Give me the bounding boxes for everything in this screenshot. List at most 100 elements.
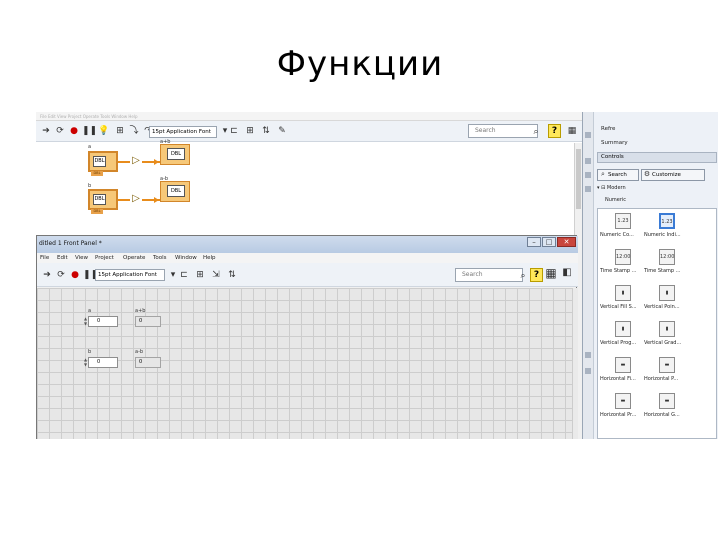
help-button[interactable]: ? bbox=[548, 124, 561, 138]
customize-icon: ⚙ bbox=[643, 170, 651, 178]
menu-view[interactable]: View bbox=[75, 253, 88, 263]
front-panel-scrollbar[interactable] bbox=[572, 288, 578, 439]
menu-project[interactable]: Project bbox=[95, 253, 114, 263]
numeric-label-sum: a+b bbox=[135, 308, 146, 314]
palette-grid: 1.23 Numeric Co... 1.23 Numeric Indi... … bbox=[597, 208, 717, 439]
sidebar-handle-icon[interactable] bbox=[585, 368, 591, 374]
numeric-control-a[interactable]: ▲ ▼ 0 bbox=[84, 316, 118, 327]
palette-item-vertical-progress-bar[interactable]: ▮ Vertical Prog... bbox=[600, 321, 646, 349]
run-arrow-icon[interactable]: ➔ bbox=[41, 269, 53, 281]
numeric-label-b: b bbox=[88, 349, 92, 355]
palette-tree-numeric[interactable]: Numeric bbox=[605, 197, 626, 203]
search-icon[interactable]: ⌕ bbox=[517, 270, 529, 282]
sidebar-handle-icon[interactable] bbox=[585, 172, 591, 178]
block-diagram-scrollbar[interactable] bbox=[574, 143, 582, 242]
palette-item-horizontal-fill-slide[interactable]: ▬ Horizontal Fi... bbox=[600, 357, 646, 385]
align-objects-icon[interactable]: ⊏ bbox=[178, 269, 190, 281]
subtract-function-node[interactable]: ▷ bbox=[130, 192, 142, 206]
minimize-button[interactable]: – bbox=[527, 237, 541, 247]
palette-body: Refre Summary Controls Search ⌕ Customiz… bbox=[595, 112, 718, 439]
reorder-icon[interactable]: ⇅ bbox=[226, 269, 238, 281]
reorder-icon[interactable]: ⇅ bbox=[260, 125, 272, 137]
distribute-objects-icon[interactable]: ⊞ bbox=[194, 269, 206, 281]
front-panel-help-button[interactable]: ? bbox=[530, 268, 543, 282]
palette-refresh-item[interactable]: Refre bbox=[601, 126, 615, 132]
front-panel-titlebar[interactable]: ditled 1 Front Panel * – □ ✕ bbox=[37, 236, 578, 253]
vertical-bar-icon: ▮ bbox=[659, 321, 675, 337]
palette-tree-modern[interactable]: ▾ ⊟ Modern bbox=[597, 185, 626, 191]
align-objects-icon[interactable]: ⊏ bbox=[228, 125, 240, 137]
front-panel-font-select[interactable]: 15pt Application Font bbox=[95, 269, 165, 281]
sidebar-handle-icon[interactable] bbox=[585, 352, 591, 358]
palette-summary-item[interactable]: Summary bbox=[601, 140, 628, 146]
resize-objects-icon[interactable]: ⇲ bbox=[210, 269, 222, 281]
palette-item-vertical-graduated-bar[interactable]: ▮ Vertical Grad... bbox=[644, 321, 690, 349]
wire[interactable] bbox=[118, 199, 130, 201]
horizontal-bar-icon: ▬ bbox=[615, 393, 631, 409]
controls-palette: Refre Summary Controls Search ⌕ Customiz… bbox=[582, 112, 718, 439]
wire[interactable] bbox=[118, 161, 130, 163]
palette-item-numeric-control[interactable]: 1.23 Numeric Co... bbox=[600, 213, 646, 241]
distribute-objects-icon[interactable]: ⊞ bbox=[244, 125, 256, 137]
retain-wire-values-icon[interactable]: ⊞ bbox=[114, 125, 126, 137]
palette-item-time-stamp-control[interactable]: 12:00 Time Stamp ... bbox=[600, 249, 646, 277]
highlight-execution-icon[interactable]: 💡 bbox=[98, 125, 110, 137]
clean-up-icon[interactable]: ✎ bbox=[276, 125, 288, 137]
run-continuously-icon[interactable]: ⟳ bbox=[54, 125, 66, 137]
horizontal-slide-icon: ▬ bbox=[615, 357, 631, 373]
front-panel-canvas[interactable]: a ▲ ▼ 0 a+b 0 b ▲ ▼ 0 a-b 0 bbox=[37, 288, 572, 439]
palette-item-horizontal-progress-bar[interactable]: ▬ Horizontal Pr... bbox=[600, 393, 646, 421]
front-panel-window: ditled 1 Front Panel * – □ ✕ File Edit V… bbox=[36, 235, 578, 439]
scroll-thumb[interactable] bbox=[576, 149, 581, 209]
vertical-bar-icon: ▮ bbox=[615, 321, 631, 337]
search-icon: ⌕ bbox=[601, 170, 605, 178]
block-diagram-menubar[interactable]: File Edit View Project Operate Tools Win… bbox=[36, 112, 582, 121]
indicator-terminal-diff[interactable]: DBL bbox=[160, 181, 190, 202]
numeric-control-b[interactable]: ▲ ▼ 0 bbox=[84, 357, 118, 368]
add-function-node[interactable]: ▷ bbox=[130, 154, 142, 168]
menu-file[interactable]: File bbox=[40, 253, 49, 263]
run-continuously-icon[interactable]: ⟳ bbox=[55, 269, 67, 281]
sidebar-handle-icon[interactable] bbox=[585, 132, 591, 138]
connector-pane-icon[interactable]: ▦ bbox=[544, 267, 558, 283]
palette-item-horizontal-graduated-bar[interactable]: ▬ Horizontal G... bbox=[644, 393, 690, 421]
step-into-icon[interactable]: ⤵ bbox=[128, 125, 140, 137]
abort-icon[interactable]: ● bbox=[68, 125, 80, 137]
font-select[interactable]: 15pt Application Font bbox=[149, 126, 217, 138]
menu-window[interactable]: Window bbox=[175, 253, 197, 263]
numeric-indicator-diff: 0 bbox=[135, 357, 161, 368]
increment-decrement-icon[interactable]: ▲ ▼ bbox=[83, 357, 88, 367]
palette-item-vertical-pointer-slide[interactable]: ▮ Vertical Poin... bbox=[644, 285, 690, 313]
vi-icon[interactable]: ◧ bbox=[560, 267, 574, 283]
sidebar-handle-icon[interactable] bbox=[585, 158, 591, 164]
connector-pane-icon[interactable]: ▦ bbox=[566, 125, 578, 137]
pause-icon[interactable]: ❚❚ bbox=[83, 269, 98, 281]
menu-tools[interactable]: Tools bbox=[153, 253, 167, 263]
palette-header[interactable]: Controls bbox=[597, 152, 717, 163]
menu-help[interactable]: Help bbox=[203, 253, 216, 263]
horizontal-bar-icon: ▬ bbox=[659, 393, 675, 409]
palette-item-time-stamp-indicator[interactable]: 12:00 Time Stamp ... bbox=[644, 249, 690, 277]
control-terminal-b[interactable]: DBL DBL bbox=[88, 189, 118, 214]
palette-item-vertical-fill-slide[interactable]: ▮ Vertical Fill S... bbox=[600, 285, 646, 313]
sidebar-handle-icon[interactable] bbox=[585, 186, 591, 192]
label-a: a bbox=[88, 144, 92, 150]
indicator-terminal-sum[interactable]: DBL bbox=[160, 144, 190, 165]
maximize-button[interactable]: □ bbox=[542, 237, 556, 247]
palette-item-numeric-indicator[interactable]: 1.23 Numeric Indi... bbox=[644, 213, 690, 241]
vertical-slide-icon: ▮ bbox=[659, 285, 675, 301]
increment-decrement-icon[interactable]: ▲ ▼ bbox=[83, 316, 88, 326]
control-terminal-a[interactable]: DBL DBL bbox=[88, 151, 118, 176]
palette-item-horizontal-pointer-slide[interactable]: ▬ Horizontal P... bbox=[644, 357, 690, 385]
menu-operate[interactable]: Operate bbox=[123, 253, 145, 263]
search-icon[interactable]: ⌕ bbox=[530, 126, 542, 138]
front-panel-search-input[interactable]: Search bbox=[455, 268, 523, 282]
pause-icon[interactable]: ❚❚ bbox=[82, 125, 97, 137]
front-panel-menubar: File Edit View Project Operate Tools Win… bbox=[37, 253, 578, 263]
block-diagram-search-input[interactable]: Search bbox=[468, 124, 538, 138]
block-diagram-canvas[interactable]: a a+b DBL DBL ▷ DBL b a-b DBL DBL ▷ DBL bbox=[36, 139, 582, 242]
run-arrow-icon[interactable]: ➔ bbox=[40, 125, 52, 137]
menu-edit[interactable]: Edit bbox=[57, 253, 68, 263]
abort-icon[interactable]: ● bbox=[69, 269, 81, 281]
close-button[interactable]: ✕ bbox=[557, 237, 576, 247]
